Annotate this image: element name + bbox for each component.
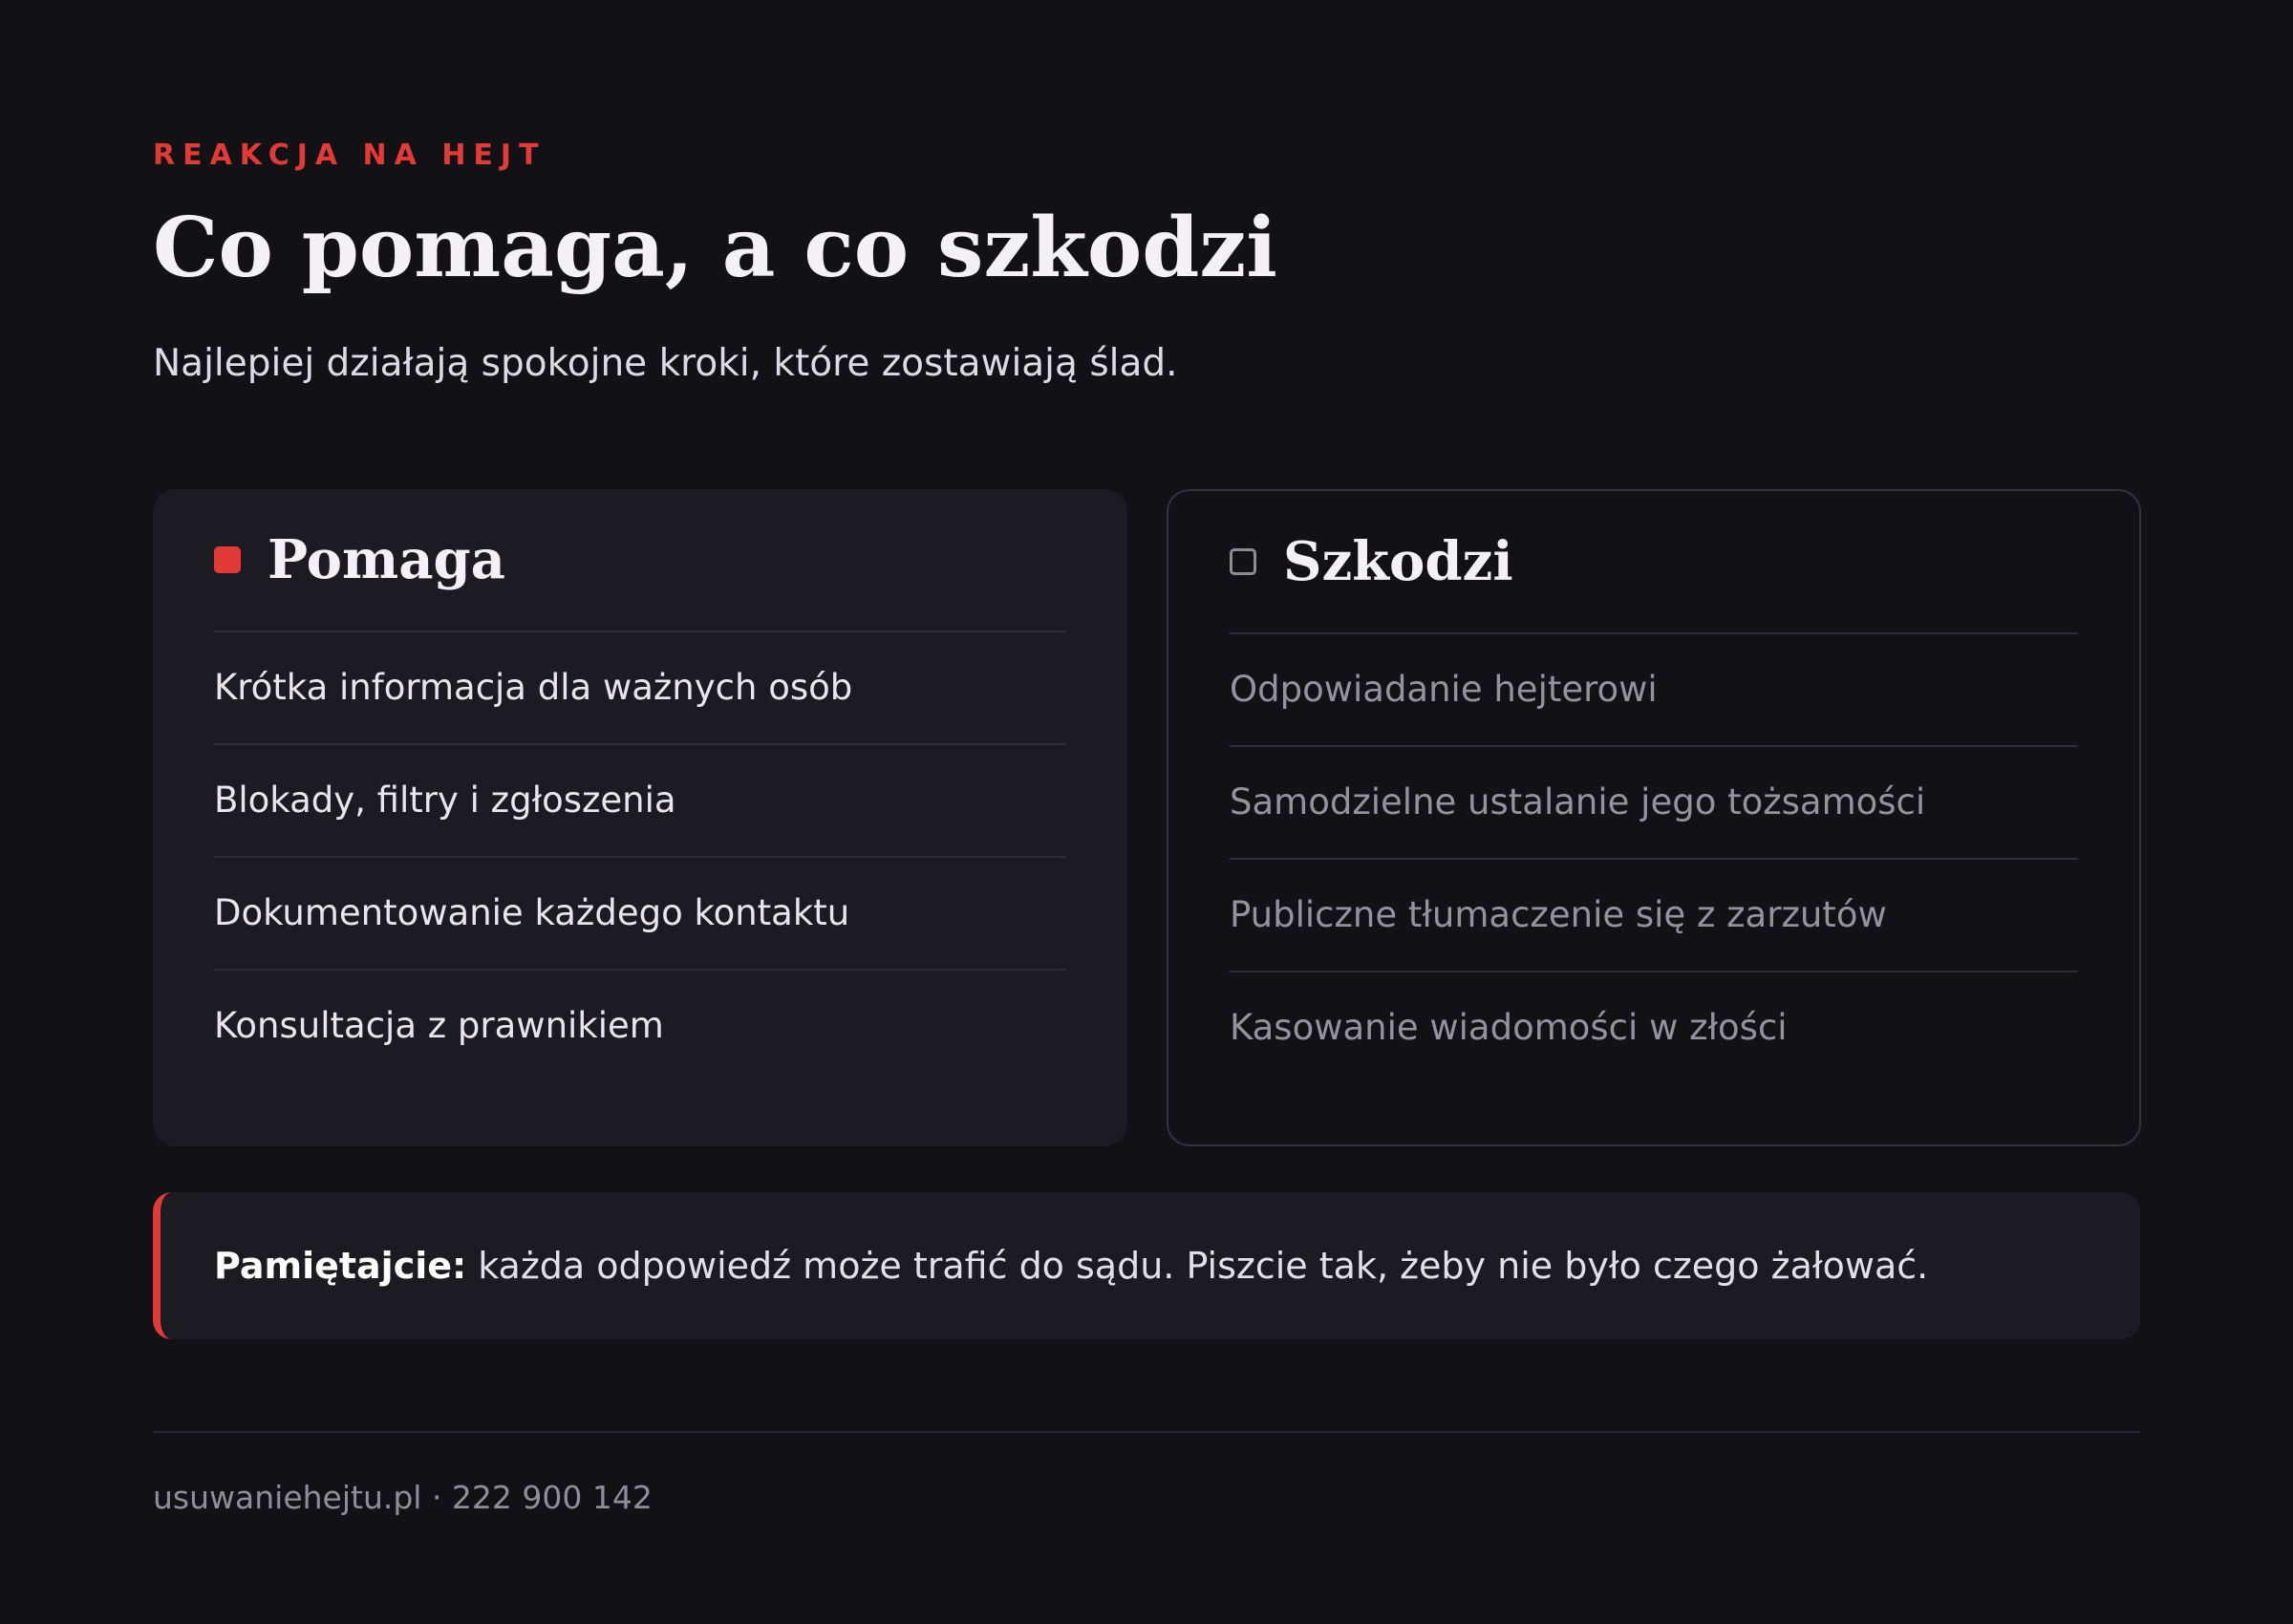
help-list: Krótka informacja dla ważnych osób Bloka…: [214, 632, 1066, 1081]
page-subtitle: Najlepiej działają spokojne kroki, które…: [153, 342, 1178, 385]
list-item: Krótka informacja dla ważnych osób: [214, 632, 1066, 745]
help-card-header: Pomaga: [214, 489, 1066, 632]
list-item: Dokumentowanie każdego kontaktu: [214, 858, 1066, 971]
help-card-title: Pomaga: [268, 528, 505, 591]
footer-divider: [153, 1431, 2140, 1433]
list-item: Publiczne tłumaczenie się z zarzutów: [1230, 860, 2078, 972]
harm-list: Odpowiadanie hejterowi Samodzielne ustal…: [1230, 634, 2078, 1083]
list-item: Kasowanie wiadomości w złości: [1230, 1007, 1788, 1048]
harm-card-title: Szkodzi: [1283, 530, 1513, 593]
harm-card: Szkodzi Odpowiadanie hejterowi Samodziel…: [1167, 489, 2141, 1146]
list-item: Konsultacja z prawnikiem: [214, 1005, 664, 1046]
filled-square-icon: [214, 546, 241, 573]
eyebrow-label: REAKCJA NA HEJT: [153, 139, 546, 172]
page-title: Co pomaga, a co szkodzi: [153, 200, 1277, 296]
help-card: Pomaga Krótka informacja dla ważnych osó…: [153, 489, 1127, 1146]
harm-card-header: Szkodzi: [1230, 491, 2078, 634]
reminder-label: Pamiętajcie:: [214, 1245, 467, 1287]
list-item: Samodzielne ustalanie jego tożsamości: [1230, 747, 2078, 860]
reminder-note: Pamiętajcie: każda odpowiedź może trafić…: [153, 1192, 2140, 1339]
reminder-text: każda odpowiedź może trafić do sądu. Pis…: [478, 1245, 1929, 1287]
list-item: Odpowiadanie hejterowi: [1230, 634, 2078, 747]
list-item: Blokady, filtry i zgłoszenia: [214, 745, 1066, 858]
footer-contact: usuwaniehejtu.pl · 222 900 142: [153, 1479, 653, 1516]
hollow-square-icon: [1230, 548, 1256, 575]
